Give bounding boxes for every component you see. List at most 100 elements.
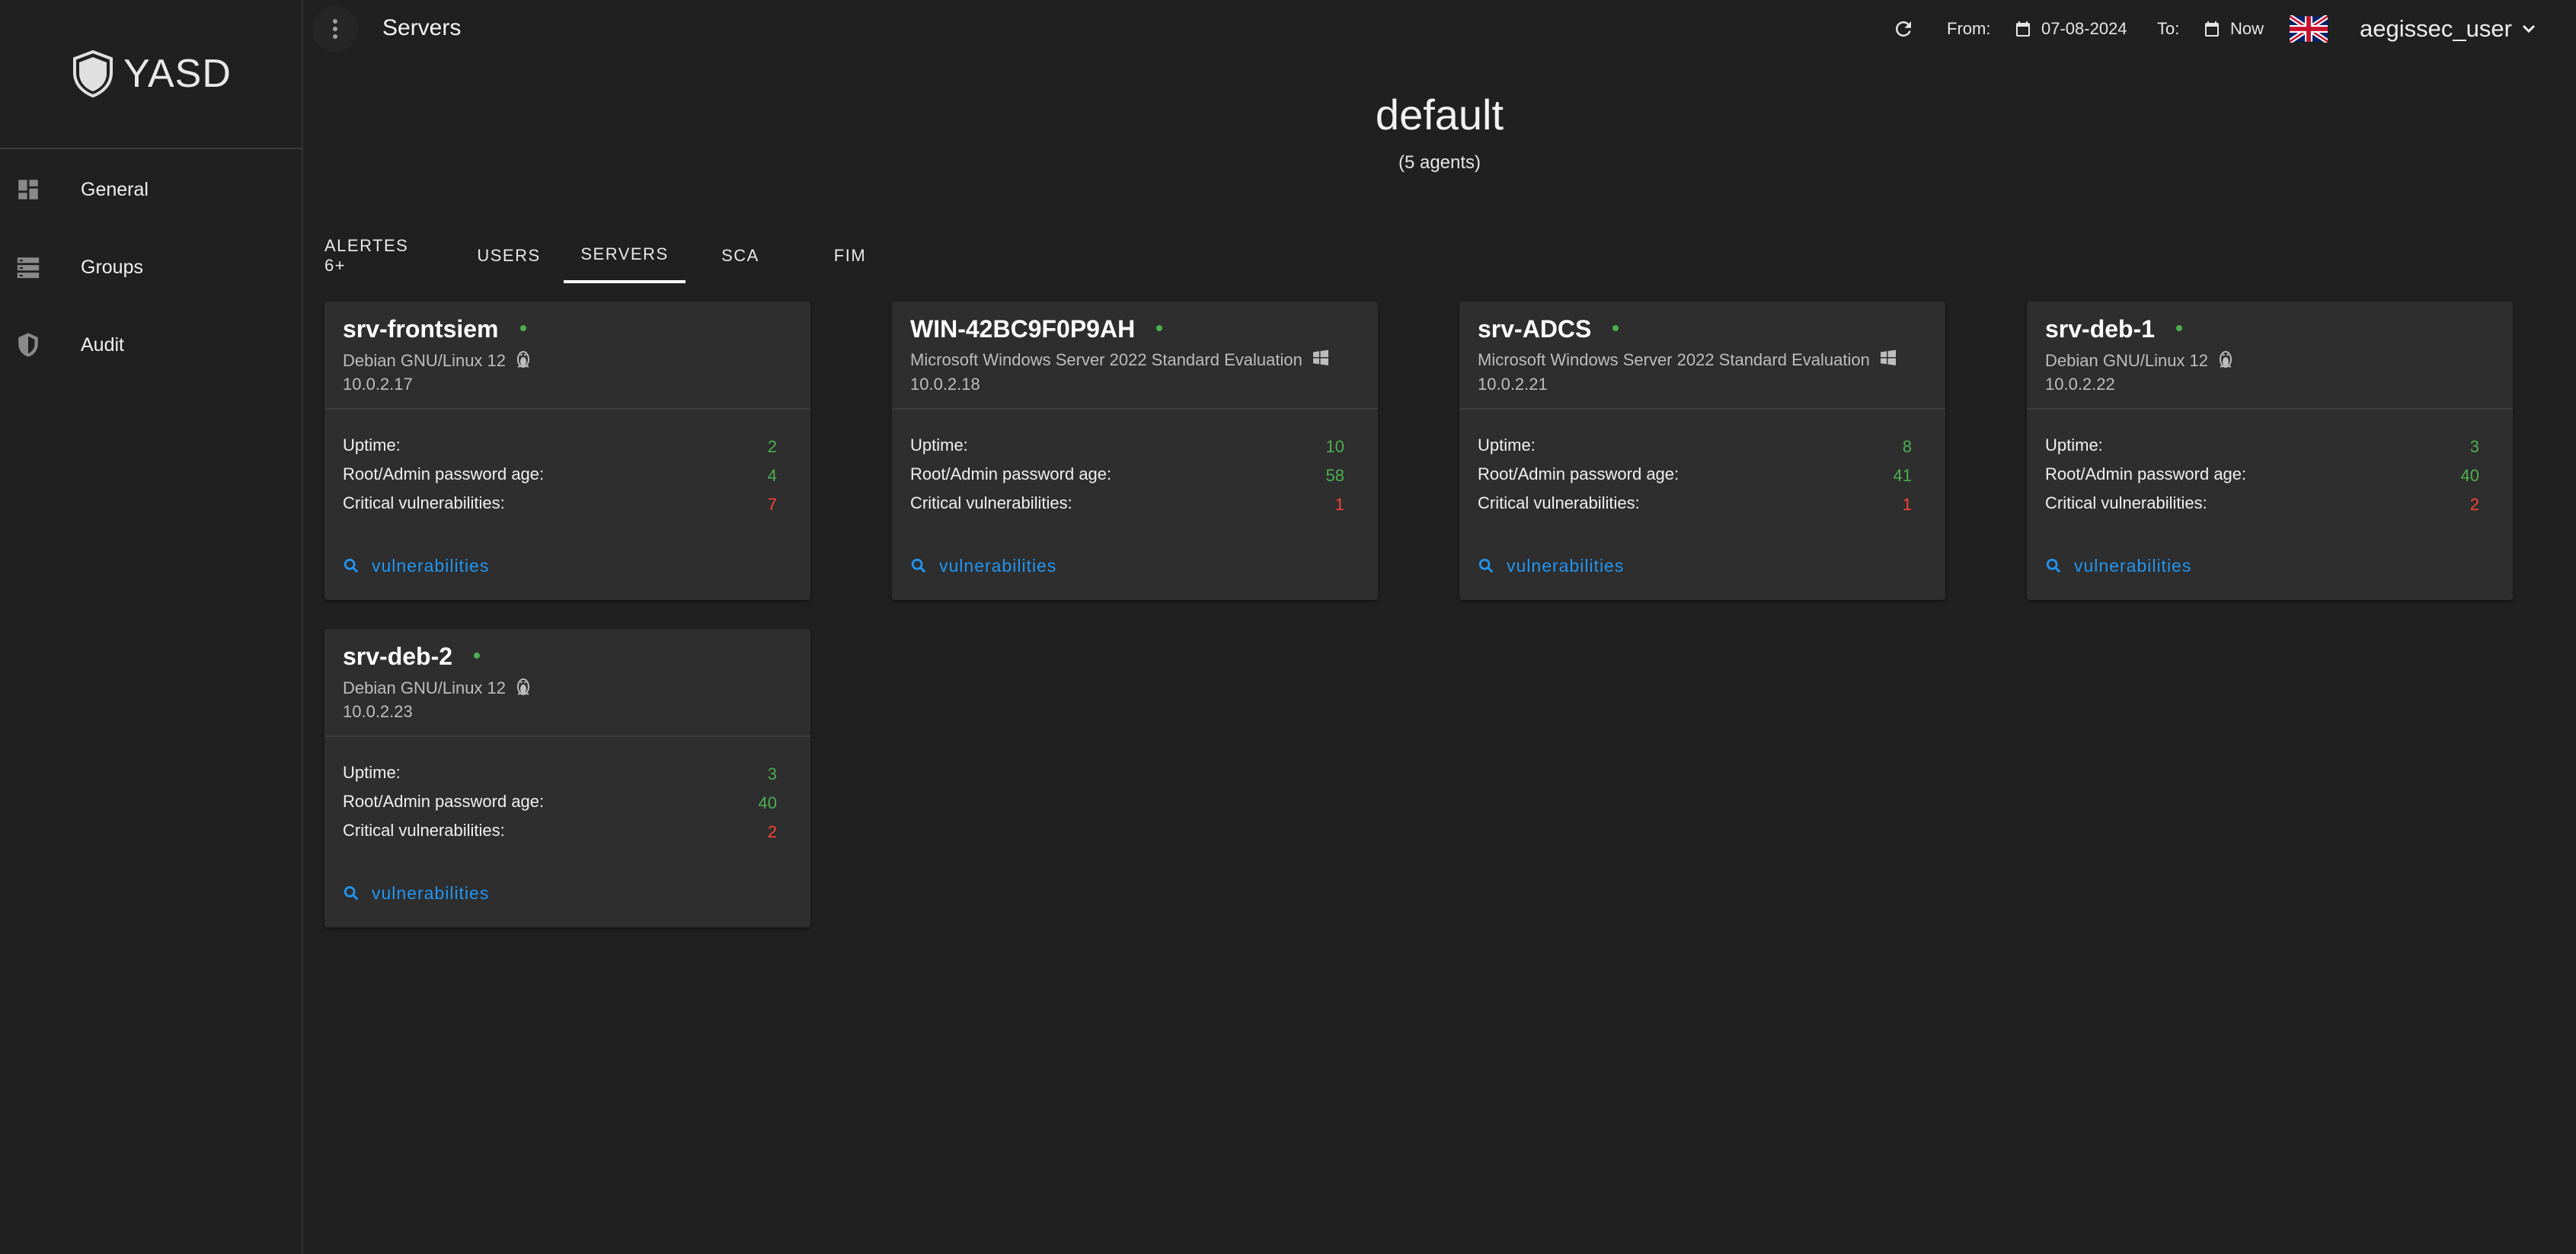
uptime-row: Uptime: 10 <box>910 436 1344 461</box>
critical-vulns-value: 1 <box>1902 495 1912 514</box>
password-age-row: Root/Admin password age: 41 <box>1478 464 1912 490</box>
windows-icon <box>1312 349 1328 365</box>
sidebar-item-label: Groups <box>81 256 143 278</box>
critical-vulns-label: Critical vulnerabilities: <box>343 821 505 840</box>
critical-vulns-row: Critical vulnerabilities: 2 <box>343 821 777 847</box>
password-age-label: Root/Admin password age: <box>1478 464 1680 483</box>
page-title: Servers <box>382 15 462 40</box>
vulnerabilities-button[interactable]: vulnerabilities <box>1478 553 1624 579</box>
uptime-row: Uptime: 8 <box>1478 436 1912 461</box>
uptime-label: Uptime: <box>2045 436 2103 455</box>
uptime-value: 2 <box>767 437 777 456</box>
calendar-icon <box>2016 21 2030 37</box>
server-card-header: srv-deb-1 Debian GNU/Linux 12 10.0.2.22 <box>2027 302 2513 410</box>
server-ip: 10.0.2.17 <box>343 375 413 394</box>
more-vert-button[interactable] <box>312 6 358 52</box>
vulnerabilities-button[interactable]: vulnerabilities <box>2045 553 2191 579</box>
vulnerabilities-button[interactable]: vulnerabilities <box>343 880 489 906</box>
to-date-picker[interactable]: Now <box>2203 0 2264 58</box>
server-card-header: srv-ADCS Microsoft Windows Server 2022 S… <box>1459 302 1945 410</box>
password-age-row: Root/Admin password age: 4 <box>343 464 777 490</box>
password-age-label: Root/Admin password age: <box>2045 464 2247 483</box>
server-ip: 10.0.2.21 <box>1478 375 1548 394</box>
chevron-down-icon <box>2522 24 2535 34</box>
vulnerabilities-button[interactable]: vulnerabilities <box>910 553 1056 579</box>
linux-icon <box>2220 351 2232 368</box>
search-icon <box>2046 558 2061 573</box>
sidebar: YASD General Groups Audit <box>0 0 303 1254</box>
server-card: srv-deb-2 Debian GNU/Linux 12 10.0.2.23 … <box>324 629 810 927</box>
server-card: srv-deb-1 Debian GNU/Linux 12 10.0.2.22 … <box>2027 302 2513 600</box>
sidebar-item-general[interactable]: General <box>0 152 303 228</box>
tab-fim[interactable]: FIM <box>807 228 893 283</box>
password-age-value: 40 <box>2460 466 2479 485</box>
online-status-dot <box>519 324 526 331</box>
password-age-row: Root/Admin password age: 58 <box>910 464 1344 490</box>
critical-vulns-label: Critical vulnerabilities: <box>1478 493 1640 512</box>
server-name: srv-deb-1 <box>2045 315 2183 343</box>
windows-icon <box>1880 349 1896 365</box>
server-name: srv-ADCS <box>1478 315 1619 343</box>
uptime-label: Uptime: <box>910 436 968 455</box>
user-name: aegissec_user <box>2360 15 2512 42</box>
critical-vulns-value: 1 <box>1334 495 1344 514</box>
app-logo[interactable]: YASD <box>0 0 303 149</box>
from-date-picker[interactable]: 07-08-2024 <box>2014 0 2127 58</box>
server-card: WIN-42BC9F0P9AH Microsoft Windows Server… <box>892 302 1378 600</box>
server-os: Debian GNU/Linux 12 <box>343 349 532 373</box>
uptime-value: 10 <box>1325 437 1344 456</box>
server-ip: 10.0.2.22 <box>2045 375 2115 394</box>
server-name: WIN-42BC9F0P9AH <box>910 315 1163 343</box>
server-card-header: srv-deb-2 Debian GNU/Linux 12 10.0.2.23 <box>324 629 810 737</box>
critical-vulns-label: Critical vulnerabilities: <box>2045 493 2207 512</box>
linux-icon <box>517 351 530 368</box>
vulnerabilities-label: vulnerabilities <box>939 555 1057 576</box>
language-selector[interactable] <box>2290 0 2328 58</box>
uptime-row: Uptime: 3 <box>343 763 777 789</box>
uptime-row: Uptime: 3 <box>2045 436 2479 461</box>
server-ip: 10.0.2.18 <box>910 375 980 394</box>
uptime-label: Uptime: <box>1478 436 1536 455</box>
server-card-header: srv-frontsiem Debian GNU/Linux 12 10.0.2… <box>324 302 810 410</box>
server-list-icon <box>17 257 40 279</box>
tab-label: FIM <box>833 246 867 265</box>
sidebar-item-audit[interactable]: Audit <box>0 307 303 383</box>
refresh-button[interactable] <box>1892 0 1915 58</box>
from-date-value: 07-08-2024 <box>2041 19 2127 38</box>
critical-vulns-row: Critical vulnerabilities: 7 <box>343 493 777 519</box>
uptime-value: 3 <box>767 764 777 783</box>
tab-users[interactable]: USERS <box>466 228 551 283</box>
critical-vulns-value: 2 <box>2469 495 2479 514</box>
vulnerabilities-label: vulnerabilities <box>372 555 490 576</box>
group-title: default <box>1375 91 1504 139</box>
online-status-dot <box>474 652 481 659</box>
server-name: srv-deb-2 <box>343 643 481 671</box>
critical-vulns-row: Critical vulnerabilities: 1 <box>1478 493 1912 519</box>
password-age-value: 58 <box>1325 466 1344 485</box>
uptime-label: Uptime: <box>343 436 401 455</box>
search-icon <box>344 885 359 901</box>
to-date-value: Now <box>2230 19 2264 38</box>
password-age-value: 40 <box>758 793 777 812</box>
sidebar-item-label: General <box>81 178 149 200</box>
search-icon <box>1478 558 1494 573</box>
password-age-row: Root/Admin password age: 40 <box>343 792 777 818</box>
vulnerabilities-label: vulnerabilities <box>1507 555 1625 576</box>
tab-label: SCA <box>721 246 759 265</box>
password-age-value: 4 <box>767 466 777 485</box>
agent-count: (5 agents) <box>1398 152 1481 173</box>
server-os: Microsoft Windows Server 2022 Standard E… <box>910 349 1330 372</box>
sidebar-item-groups[interactable]: Groups <box>0 229 303 305</box>
vulnerabilities-button[interactable]: vulnerabilities <box>343 553 489 579</box>
shield-icon <box>18 333 38 357</box>
tab-sca[interactable]: SCA <box>701 228 780 283</box>
uptime-label: Uptime: <box>343 763 401 782</box>
tab-servers[interactable]: SERVERS <box>564 228 686 283</box>
server-ip: 10.0.2.23 <box>343 702 413 721</box>
tab-alertes[interactable]: ALERTES 6+ <box>324 228 436 283</box>
user-menu[interactable]: aegissec_user <box>2360 0 2538 58</box>
vulnerabilities-label: vulnerabilities <box>2074 555 2192 576</box>
server-card: srv-ADCS Microsoft Windows Server 2022 S… <box>1459 302 1945 600</box>
shield-logo-icon <box>73 49 113 98</box>
from-label: From: <box>1947 19 1991 38</box>
